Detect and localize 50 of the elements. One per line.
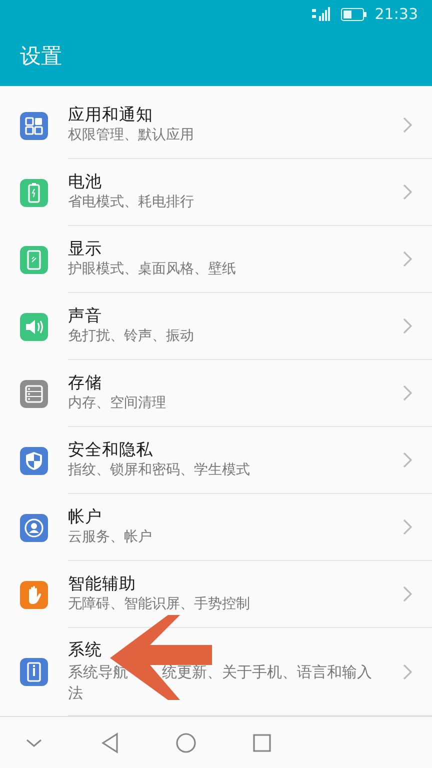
- settings-item[interactable]: 声音 免打扰、铃声、振动: [0, 293, 432, 360]
- chevron-right-icon: [403, 318, 412, 334]
- home-icon: [175, 732, 197, 754]
- settings-item[interactable]: 电池 省电模式、耗电排行: [0, 159, 432, 226]
- item-subtitle: 指纹、锁屏和密码、学生模式: [68, 461, 250, 480]
- storage-icon: [20, 380, 48, 408]
- item-title: 系统: [68, 639, 103, 662]
- person-icon: [20, 514, 48, 542]
- battery-icon: [340, 8, 367, 20]
- item-title: 声音: [68, 305, 103, 328]
- item-title: 电池: [68, 171, 103, 194]
- info-icon: [20, 658, 48, 686]
- hand-icon: [20, 580, 48, 608]
- settings-item[interactable]: 帐户 云服务、帐户: [0, 494, 432, 561]
- chevron-right-icon: [403, 184, 412, 200]
- chevron-right-icon: [403, 519, 412, 535]
- square-icon: [252, 732, 272, 752]
- item-subtitle: 权限管理、默认应用: [68, 126, 194, 146]
- signal-icon: [310, 7, 333, 21]
- item-subtitle: 内存、空间清理: [68, 394, 166, 414]
- chevron-down-icon: [25, 738, 43, 748]
- item-subtitle: 免打扰、铃声、振动: [68, 327, 194, 346]
- clock-time: 21:33: [374, 4, 418, 25]
- chevron-right-icon: [403, 251, 412, 267]
- chevron-right-icon: [403, 586, 412, 602]
- battery-icon: [20, 178, 48, 206]
- phone-display-icon: [20, 246, 48, 274]
- chevron-right-icon: [403, 452, 412, 468]
- item-title: 帐户: [68, 506, 103, 528]
- settings-item[interactable]: 安全和隐私 指纹、锁屏和密码、学生模式: [0, 427, 432, 494]
- item-title: 显示: [68, 238, 103, 260]
- item-title: 应用和通知: [68, 104, 154, 126]
- shield-icon: [20, 446, 48, 474]
- item-subtitle: 云服务、帐户: [68, 528, 152, 548]
- item-title: 智能辅助: [68, 573, 137, 596]
- item-subtitle: 省电模式、耗电排行: [68, 193, 194, 212]
- settings-item[interactable]: 应用和通知 权限管理、默认应用: [0, 92, 432, 159]
- item-title: 存储: [68, 372, 103, 394]
- chevron-right-icon: [403, 117, 412, 133]
- speaker-icon: [20, 312, 48, 340]
- settings-item[interactable]: 存储 内存、空间清理: [0, 360, 432, 427]
- item-subtitle: 无障碍、智能识屏、手势控制: [68, 595, 250, 614]
- apps-grid-icon: [20, 112, 48, 140]
- chevron-right-icon: [403, 385, 412, 401]
- settings-item[interactable]: 显示 护眼模式、桌面风格、壁纸: [0, 226, 432, 293]
- item-subtitle: 护眼模式、桌面风格、壁纸: [68, 260, 236, 280]
- item-title: 安全和隐私: [68, 439, 154, 462]
- back-icon: [100, 732, 120, 754]
- chevron-right-icon: [403, 664, 412, 680]
- screen-title: 设置: [20, 43, 62, 70]
